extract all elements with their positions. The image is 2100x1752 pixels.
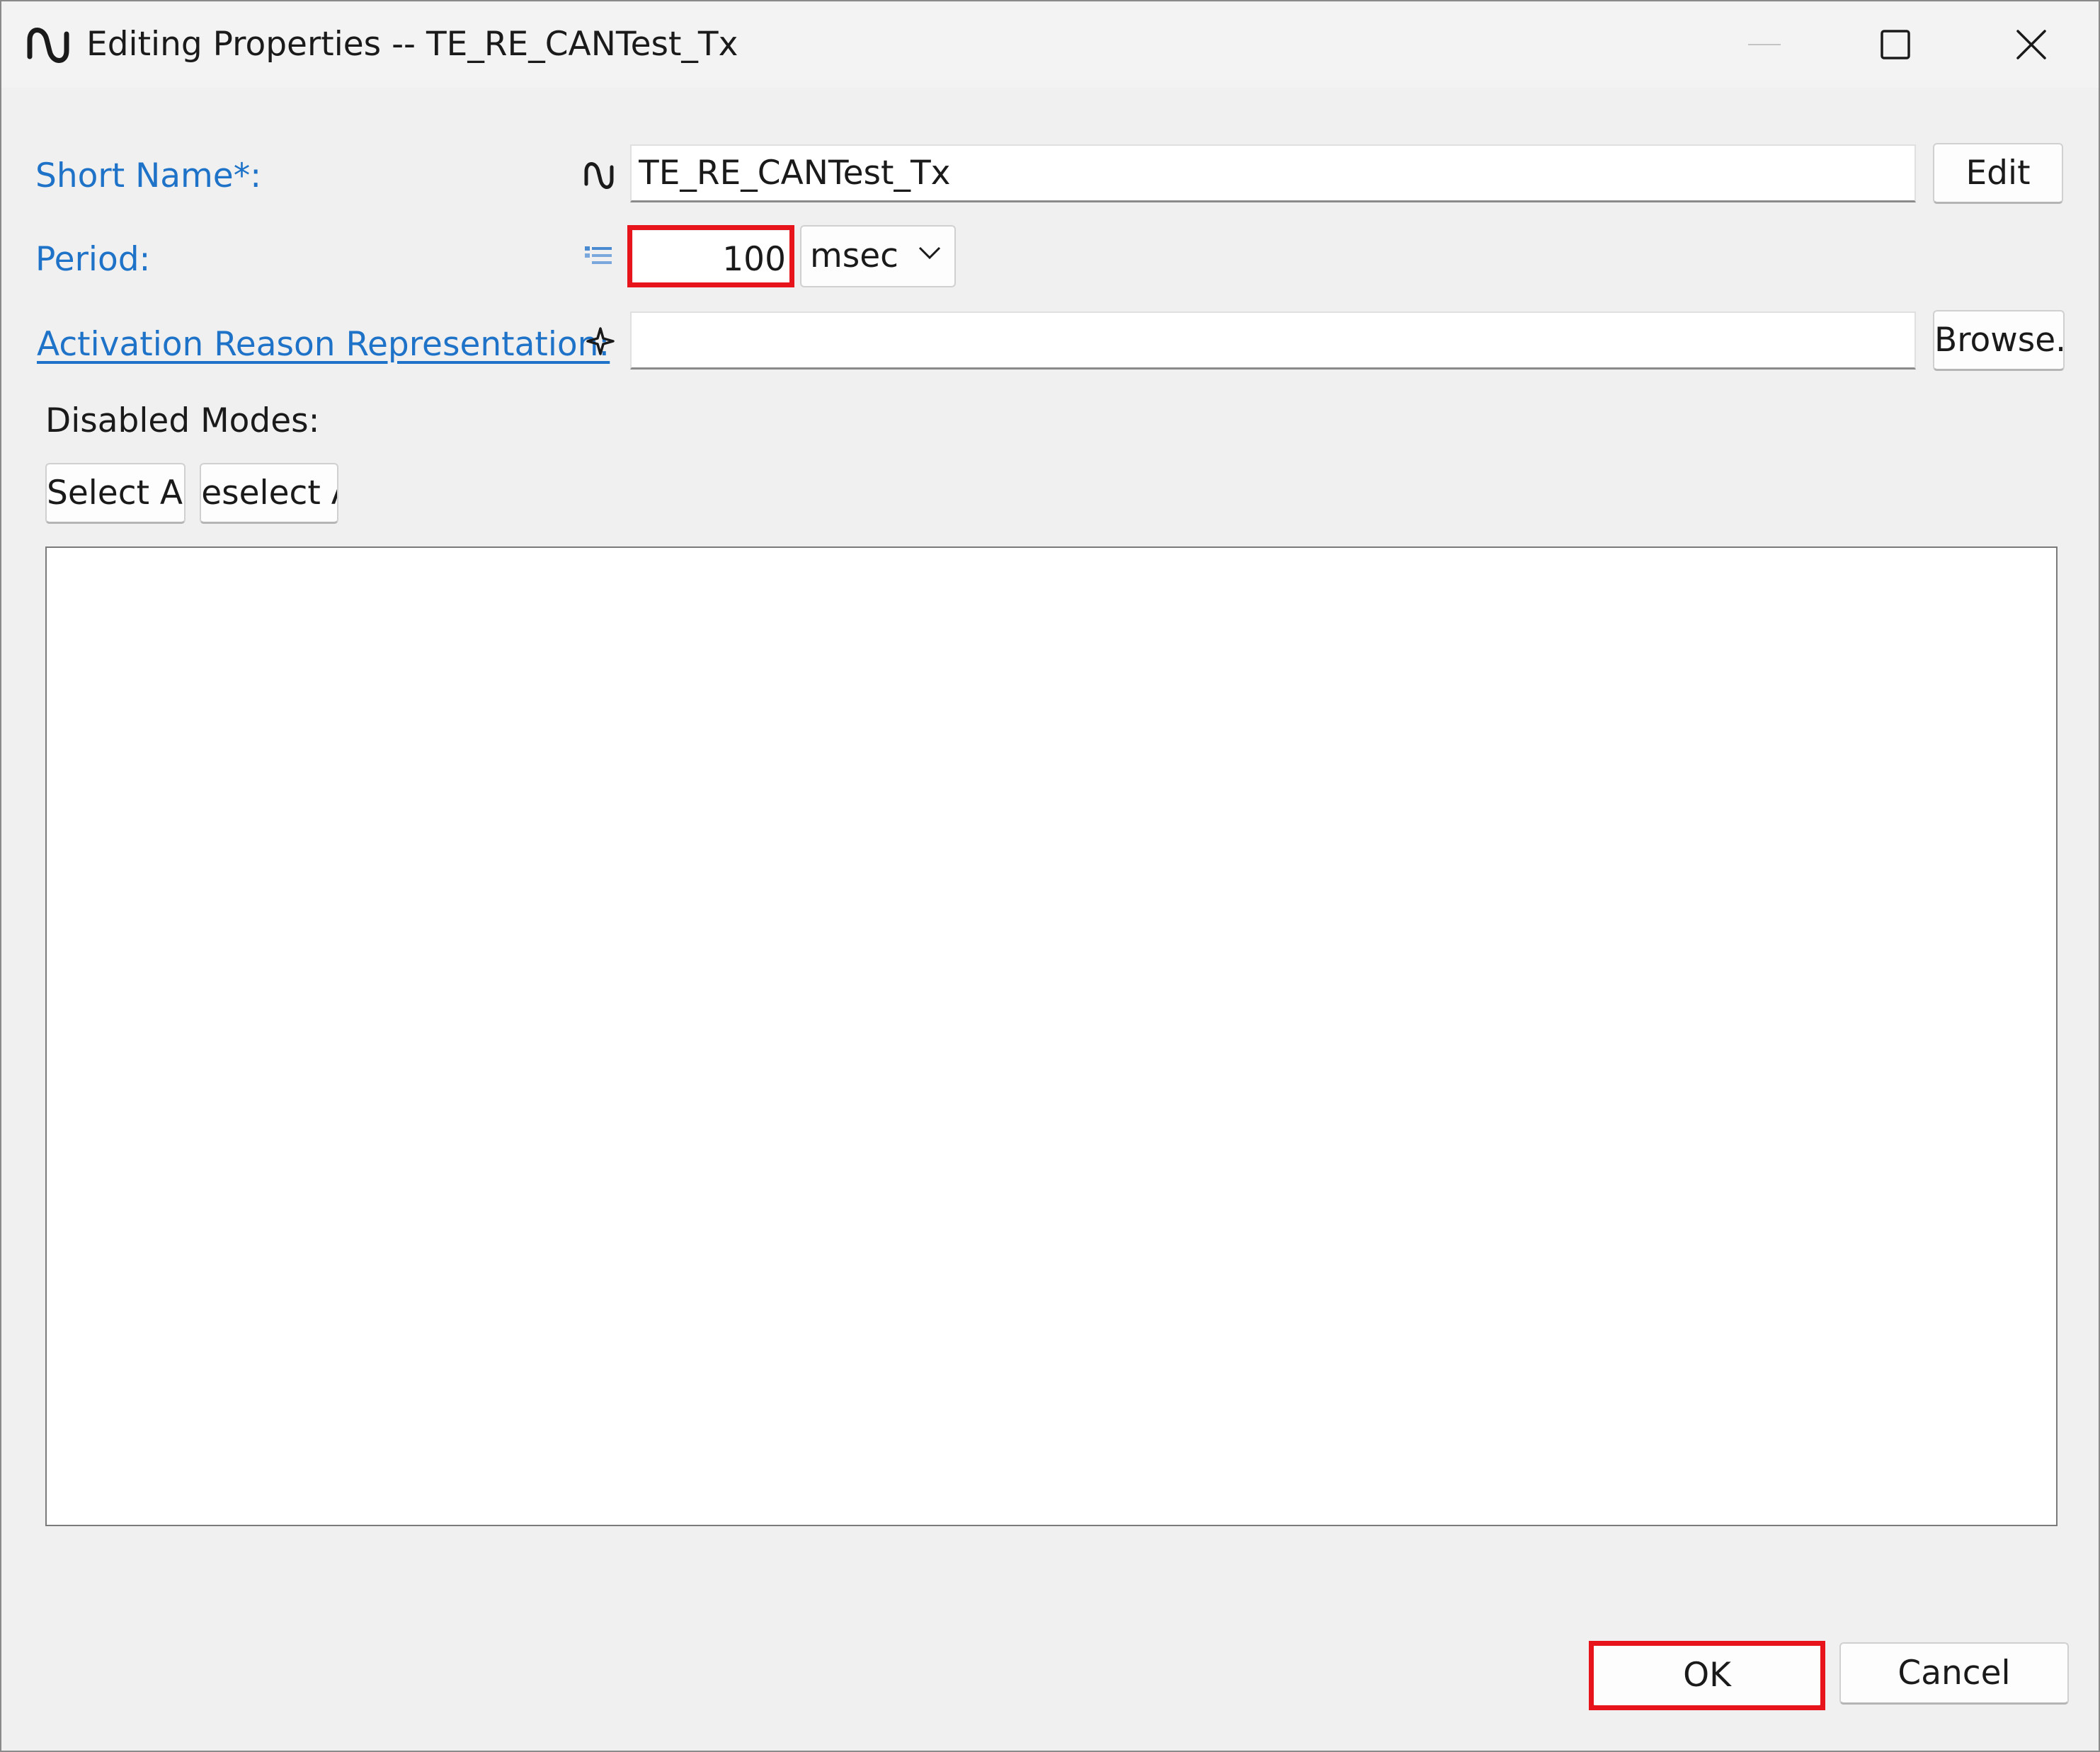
maximize-button[interactable] xyxy=(1849,14,1941,75)
minimize-icon xyxy=(1748,44,1781,45)
sine-wave-icon xyxy=(27,28,69,63)
disabled-modes-list[interactable] xyxy=(45,546,2058,1526)
short-name-input[interactable] xyxy=(630,144,1916,202)
activation-reason-link[interactable]: Activation Reason Representation: xyxy=(37,321,610,368)
sine-wave-icon xyxy=(584,162,614,189)
activation-reason-input[interactable] xyxy=(630,311,1916,370)
title-bar[interactable]: Editing Properties -- TE_RE_CANTest_Tx xyxy=(1,1,2099,88)
ok-button[interactable]: OK xyxy=(1592,1644,1822,1707)
select-all-button[interactable]: Select All xyxy=(45,463,186,524)
period-unit-value: msec xyxy=(810,236,899,275)
properties-dialog: Editing Properties -- TE_RE_CANTest_Tx S… xyxy=(0,0,2100,1752)
period-input[interactable] xyxy=(633,231,793,287)
period-unit-select[interactable]: msec xyxy=(800,225,956,287)
period-label: Period: xyxy=(35,240,151,279)
cancel-button[interactable]: Cancel xyxy=(1839,1642,2069,1705)
list-value-icon xyxy=(585,246,612,264)
minimize-button[interactable] xyxy=(1718,14,1810,75)
browse-button[interactable]: Browse... xyxy=(1933,310,2065,371)
reference-star-icon xyxy=(586,327,615,355)
window-title: Editing Properties -- TE_RE_CANTest_Tx xyxy=(86,25,738,64)
disabled-modes-label: Disabled Modes: xyxy=(45,401,320,440)
short-name-label: Short Name*: xyxy=(35,156,262,195)
edit-button[interactable]: Edit xyxy=(1933,143,2063,204)
close-icon xyxy=(2016,30,2046,59)
deselect-all-button[interactable]: Deselect All xyxy=(200,463,338,524)
close-button[interactable] xyxy=(1985,14,2077,75)
maximize-icon xyxy=(1881,30,1910,59)
chevron-down-icon xyxy=(918,246,941,260)
